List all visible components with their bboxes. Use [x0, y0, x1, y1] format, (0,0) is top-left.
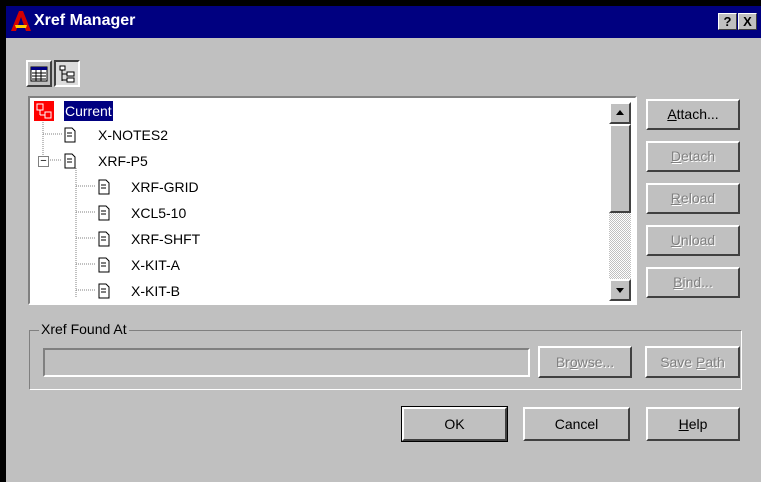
help-mnemonic: H — [678, 416, 689, 432]
unload-button[interactable]: Unload — [646, 225, 740, 256]
drawing-file-icon — [64, 153, 76, 169]
tree-item-label: XRF-P5 — [98, 153, 148, 169]
save-path-mnemonic: P — [696, 354, 706, 370]
reload-mnemonic: R — [670, 190, 681, 206]
unload-mnemonic: U — [670, 232, 681, 248]
xref-found-at-label: Xref Found At — [39, 321, 129, 337]
close-icon[interactable]: X — [738, 13, 757, 30]
tree-scrollbar[interactable] — [609, 102, 631, 301]
tree-view-icon — [59, 65, 75, 83]
attach-mnemonic: A — [667, 106, 677, 122]
help-icon[interactable]: ? — [718, 13, 737, 30]
tree-item-label: X-NOTES2 — [98, 127, 169, 143]
drawing-file-icon — [98, 283, 110, 299]
browse-label-pre: Br — [555, 354, 570, 370]
ok-button[interactable]: OK — [401, 406, 508, 442]
current-drawing-icon — [34, 101, 54, 121]
tree-root-label: Current — [63, 100, 114, 122]
drawing-file-icon — [98, 205, 110, 221]
tree-item-label: XCL5-10 — [131, 205, 187, 221]
autocad-logo-icon — [11, 11, 31, 31]
save-path-label-pre: Save — [660, 354, 696, 370]
detach-label: etach — [680, 148, 716, 164]
drawing-file-icon — [64, 127, 76, 143]
xref-path-field[interactable] — [43, 348, 530, 377]
xref-tree[interactable]: Current X-NOTES2 − XRF-P5 XRF-GRID XCL5-… — [28, 96, 637, 305]
cancel-button[interactable]: Cancel — [523, 407, 630, 441]
arrow-up-icon — [616, 110, 624, 115]
tree-item-label: X-KIT-B — [131, 283, 181, 299]
attach-label: ttach... — [676, 106, 719, 122]
title-bar: Xref Manager ? X — [6, 6, 761, 38]
save-path-button[interactable]: Save Path — [645, 346, 740, 378]
drawing-file-icon — [98, 231, 110, 247]
tree-item-label: X-KIT-A — [131, 257, 181, 273]
scroll-thumb[interactable] — [609, 124, 631, 213]
scroll-down-button[interactable] — [609, 279, 631, 301]
help-button[interactable]: Help — [646, 407, 740, 441]
unload-label: nload — [680, 232, 716, 248]
ok-label: OK — [444, 416, 465, 432]
browse-button[interactable]: Browse... — [538, 346, 632, 378]
xref-manager-dialog: Xref Manager ? X Current X-NOTES2 − XRF-… — [6, 6, 761, 482]
save-path-label-post: ath — [705, 354, 725, 370]
tree-item-label: XRF-SHFT — [131, 231, 201, 247]
collapse-icon[interactable]: − — [38, 156, 49, 167]
reload-label: eload — [680, 190, 716, 206]
tree-item-label: XRF-GRID — [131, 179, 199, 195]
ok-button-face: OK — [402, 407, 507, 441]
browse-label-post: wse... — [577, 354, 615, 370]
drawing-file-icon — [98, 257, 110, 273]
window-title: Xref Manager — [34, 12, 136, 29]
bind-button[interactable]: Bind... — [646, 267, 740, 298]
reload-button[interactable]: Reload — [646, 183, 740, 214]
arrow-down-icon — [616, 288, 624, 293]
list-view-icon — [30, 66, 48, 82]
help-label: elp — [688, 416, 708, 432]
drawing-file-icon — [98, 179, 110, 195]
tree-view-button[interactable] — [54, 60, 80, 87]
list-view-button[interactable] — [26, 60, 52, 87]
attach-button[interactable]: Attach... — [646, 99, 740, 130]
scroll-up-button[interactable] — [609, 102, 631, 124]
bind-label: ind... — [682, 274, 713, 290]
browse-mnemonic: o — [569, 354, 578, 370]
detach-button[interactable]: Detach — [646, 141, 740, 172]
detach-mnemonic: D — [670, 148, 681, 164]
